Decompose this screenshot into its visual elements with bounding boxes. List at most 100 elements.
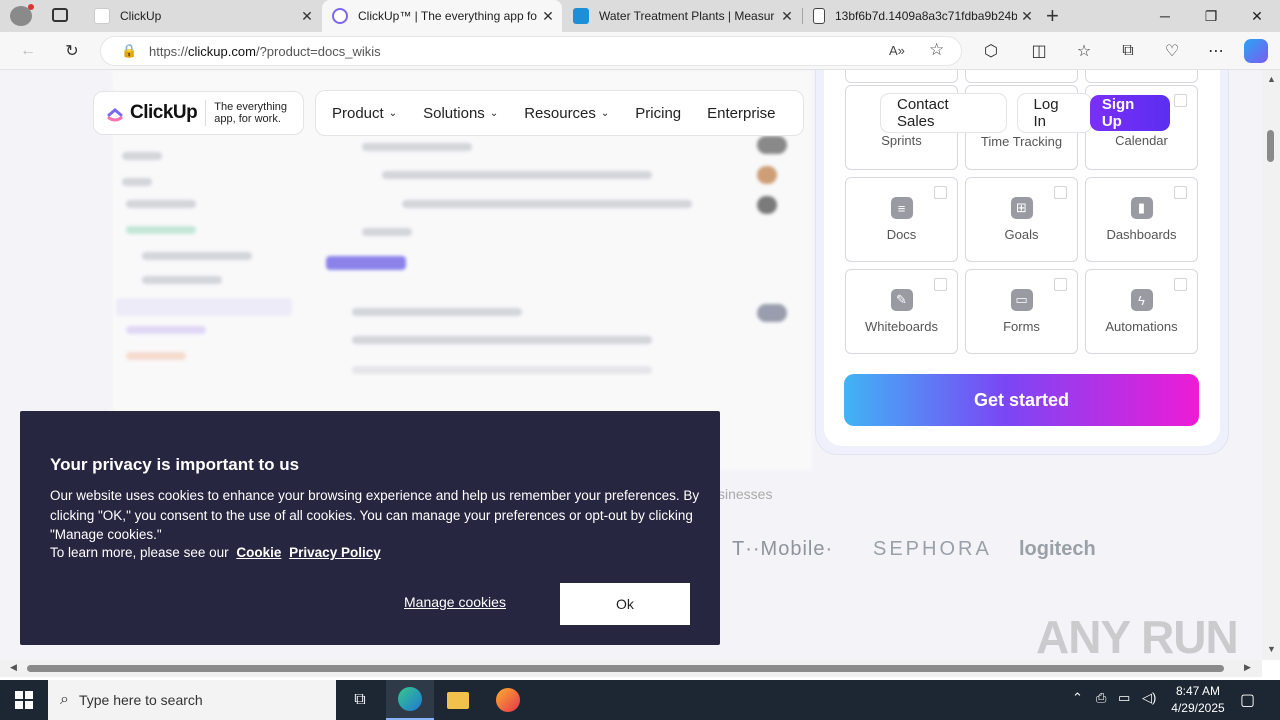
cookie-ok-button[interactable]: Ok: [560, 583, 690, 625]
lock-icon[interactable]: 🔒: [121, 43, 137, 59]
contact-sales-button[interactable]: Contact Sales: [880, 93, 1007, 133]
copilot-icon[interactable]: [1244, 39, 1268, 63]
close-tab-icon[interactable]: ✕: [777, 8, 797, 25]
feature-tile-automations[interactable]: ϟ Automations: [1085, 269, 1198, 354]
nav-enterprise[interactable]: Enterprise: [707, 105, 775, 122]
window-close-button[interactable]: ✕: [1234, 0, 1280, 32]
favorites-icon[interactable]: ☆: [1070, 37, 1098, 65]
checkbox[interactable]: [1174, 186, 1187, 199]
minimize-button[interactable]: ─: [1142, 0, 1188, 32]
restore-button[interactable]: ❐: [1188, 0, 1234, 32]
split-screen-icon[interactable]: ◫: [1025, 37, 1053, 65]
get-started-button[interactable]: Get started: [844, 374, 1199, 426]
checkbox[interactable]: [934, 186, 947, 199]
scroll-left-icon[interactable]: ◀: [10, 662, 17, 673]
close-tab-icon[interactable]: ✕: [1017, 8, 1037, 25]
checkbox[interactable]: [1054, 186, 1067, 199]
network-icon[interactable]: ⎙: [1096, 690, 1106, 706]
notifications-icon[interactable]: ▢: [1240, 690, 1255, 710]
logitech-logo: logitech: [1019, 538, 1096, 560]
vertical-scrollbar[interactable]: ▲ ▼: [1262, 70, 1280, 660]
favorite-star-icon[interactable]: ☆: [929, 40, 944, 60]
extensions-icon[interactable]: ⬡: [977, 37, 1005, 65]
tab-clickup[interactable]: ClickUp ✕: [84, 0, 321, 32]
nav-pricing[interactable]: Pricing: [635, 105, 681, 122]
logo-divider: [205, 100, 207, 126]
scroll-down-icon[interactable]: ▼: [1267, 644, 1276, 654]
nav-resources[interactable]: Resources ⌄: [524, 105, 609, 122]
scroll-up-icon[interactable]: ▲: [1267, 74, 1276, 84]
close-tab-icon[interactable]: ✕: [297, 8, 317, 25]
search-icon: ⌕: [60, 691, 69, 708]
scroll-right-icon[interactable]: ▶: [1244, 662, 1251, 673]
feature-tile-whiteboards[interactable]: ✎ Whiteboards: [845, 269, 958, 354]
web-page: Sprints Time Tracking Calendar ≡ Docs ⊞ …: [0, 70, 1262, 660]
start-button[interactable]: [0, 680, 48, 720]
logo-box[interactable]: ClickUp The everything app, for work.: [93, 91, 304, 135]
cookie-title: Your privacy is important to us: [50, 455, 300, 474]
feature-tile-partial: [965, 70, 1078, 83]
settings-more-icon[interactable]: ⋯: [1202, 37, 1230, 65]
automation-icon: ϟ: [1130, 289, 1153, 311]
read-aloud-icon[interactable]: A»: [889, 43, 905, 58]
horizontal-scroll-thumb[interactable]: [27, 665, 1224, 672]
tab-strip: ClickUp ✕ ClickUp™ | The everything app …: [0, 0, 1280, 32]
manage-cookies-link[interactable]: Manage cookies: [404, 594, 506, 610]
notification-dot-icon: [28, 4, 34, 10]
vertical-scroll-thumb[interactable]: [1267, 130, 1274, 162]
back-icon[interactable]: ←: [14, 37, 42, 65]
browser-essentials-icon[interactable]: ♡: [1158, 37, 1186, 65]
wifi-icon[interactable]: ▭: [1118, 690, 1130, 706]
logo-text: ClickUp: [130, 102, 198, 123]
tab-clickup-active[interactable]: ClickUp™ | The everything app fo ✕: [322, 0, 562, 32]
browser-toolbar: ← ↻ 🔒 https://clickup.com/?product=docs_…: [0, 32, 1280, 70]
address-bar[interactable]: 🔒 https://clickup.com/?product=docs_wiki…: [100, 36, 962, 66]
tab-water-treatment[interactable]: Water Treatment Plants | Measur ✕: [563, 0, 801, 32]
firefox-taskbar-icon[interactable]: [484, 680, 532, 720]
refresh-icon[interactable]: ↻: [58, 37, 86, 65]
url-text[interactable]: https://clickup.com/?product=docs_wikis: [149, 44, 381, 59]
checkbox[interactable]: [1054, 278, 1067, 291]
login-button[interactable]: Log In: [1016, 93, 1092, 133]
feature-tile-forms[interactable]: ▭ Forms: [965, 269, 1078, 354]
feature-tile-docs[interactable]: ≡ Docs: [845, 177, 958, 262]
main-nav: Product ⌄ Solutions ⌄ Resources ⌄ Pricing E…: [315, 90, 804, 136]
feature-tile-goals[interactable]: ⊞ Goals: [965, 177, 1078, 262]
signup-button[interactable]: Sign Up: [1089, 95, 1170, 131]
cookie-learn-more: To learn more, please see our Cookie Pri…: [50, 545, 381, 560]
feature-tile-dashboards[interactable]: ▮ Dashboards: [1085, 177, 1198, 262]
cookie-body: Our website uses cookies to enhance your…: [50, 488, 700, 542]
chevron-down-icon: ⌄: [600, 107, 610, 119]
task-view-button[interactable]: ⧉: [336, 680, 384, 720]
edge-taskbar-icon[interactable]: [386, 680, 434, 720]
windows-logo-icon: [15, 691, 33, 709]
edge-icon: [398, 687, 422, 711]
tmobile-logo: T··Mobile·: [732, 538, 834, 560]
checkbox[interactable]: [1174, 94, 1187, 107]
nav-actions: Contact Sales Log In Sign Up: [880, 90, 1170, 136]
trust-caption: sinesses: [718, 486, 773, 502]
volume-icon[interactable]: ◁): [1142, 690, 1156, 706]
nav-product[interactable]: Product ⌄: [332, 105, 397, 122]
site-favicon-icon: [573, 8, 589, 24]
chevron-down-icon: ⌄: [388, 107, 398, 119]
nav-solutions[interactable]: Solutions ⌄: [423, 105, 498, 122]
collections-icon[interactable]: ⧉: [1114, 37, 1142, 65]
privacy-policy-link[interactable]: Privacy Policy: [289, 545, 381, 560]
checkbox[interactable]: [934, 278, 947, 291]
new-tab-button[interactable]: +: [1046, 3, 1059, 29]
file-explorer-taskbar-icon[interactable]: [434, 680, 482, 720]
clickup-logo-icon: [107, 108, 123, 122]
close-tab-icon[interactable]: ✕: [538, 8, 558, 25]
cookie-policy-link[interactable]: Cookie: [236, 545, 281, 560]
tab-file[interactable]: 13bf6b7d.1409a8a3c71fdba9b24b ✕: [803, 0, 1041, 32]
horizontal-scrollbar[interactable]: ◀ ▶: [0, 660, 1262, 677]
tab-actions-icon[interactable]: [52, 8, 68, 22]
cookie-banner: Your privacy is important to us Our webs…: [20, 411, 720, 645]
whiteboard-icon: ✎: [890, 289, 913, 311]
taskbar-clock[interactable]: 8:47 AM 4/29/2025: [1160, 683, 1236, 717]
taskbar-search[interactable]: ⌕ Type here to search: [48, 680, 336, 720]
checkbox[interactable]: [1174, 278, 1187, 291]
clickup-favicon-icon: [94, 8, 110, 24]
tray-overflow-icon[interactable]: ⌃: [1072, 690, 1083, 706]
